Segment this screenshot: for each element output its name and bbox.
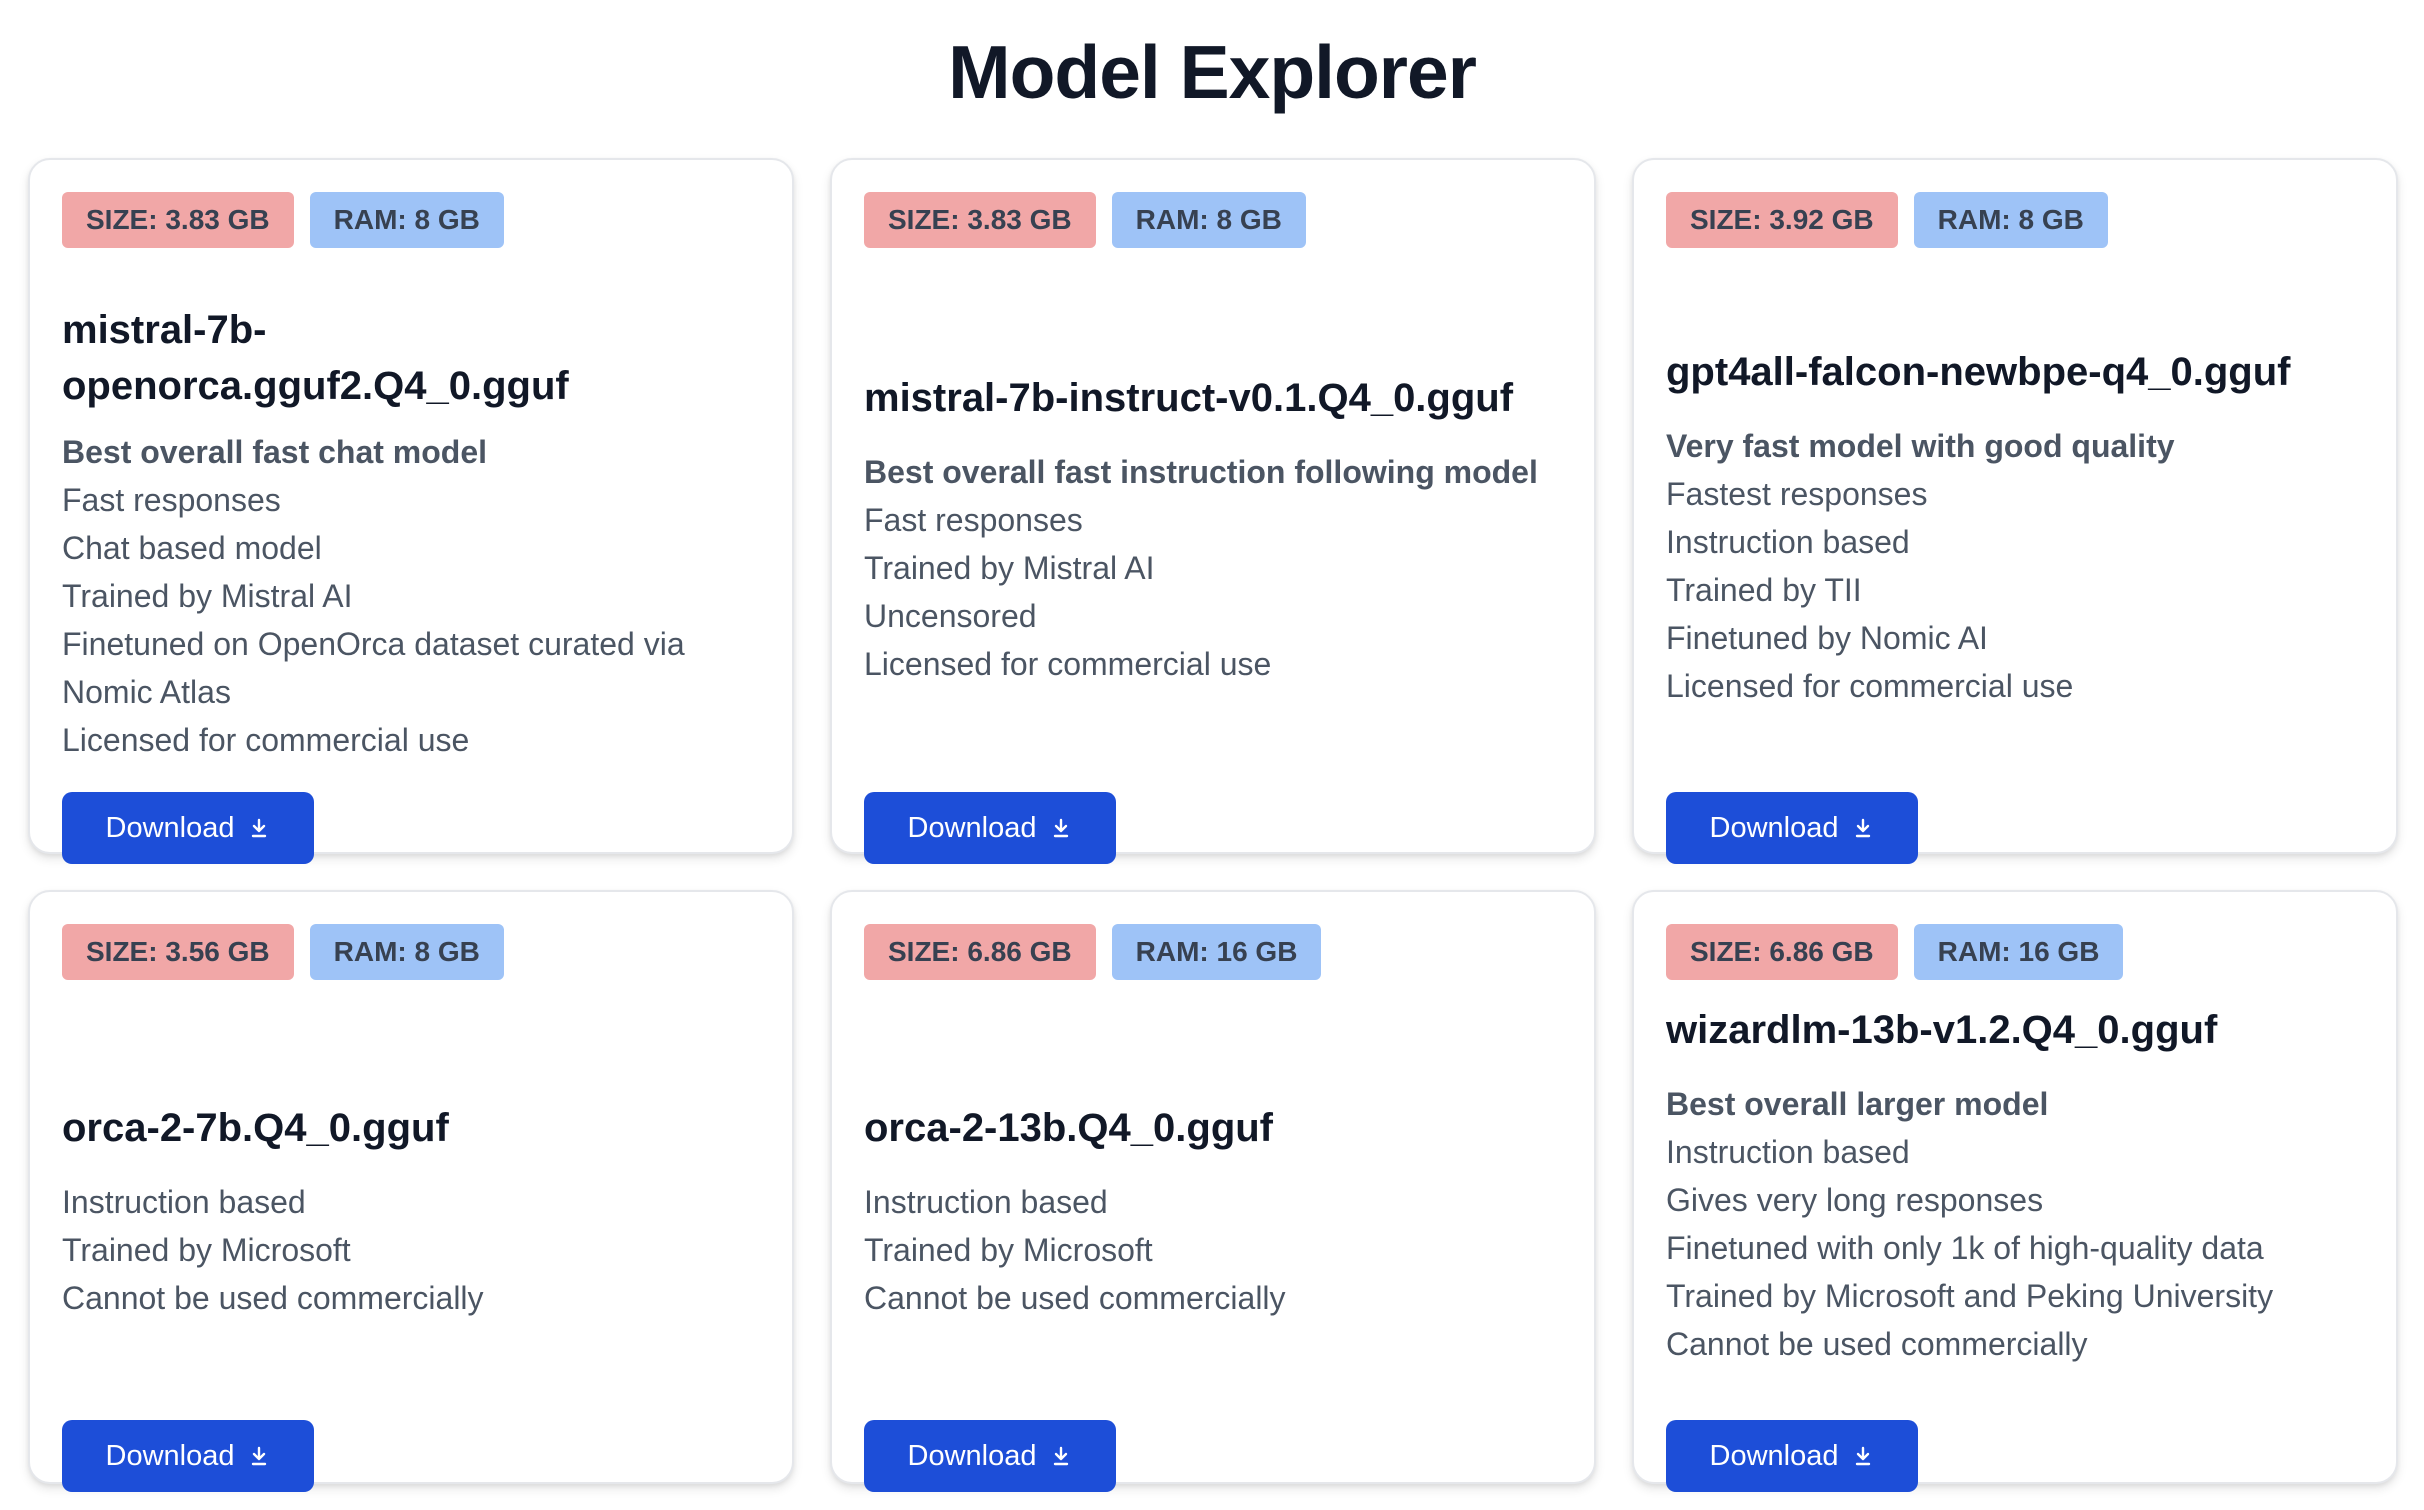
model-description: Very fast model with good quality Fastes… <box>1666 422 2364 710</box>
model-card: SIZE: 3.92 GB RAM: 8 GB gpt4all-falcon-n… <box>1632 158 2398 864</box>
download-button[interactable]: Download <box>1666 1420 1918 1492</box>
download-icon <box>252 818 267 838</box>
model-detail: Cannot be used commercially <box>1666 1326 2088 1362</box>
download-icon <box>1054 1446 1069 1466</box>
model-description: Instruction based Trained by Microsoft C… <box>864 1178 1562 1322</box>
model-detail: Licensed for commercial use <box>864 646 1272 682</box>
download-button[interactable]: Download <box>864 1420 1116 1492</box>
model-detail: Trained by TII <box>1666 572 1862 608</box>
model-summary: Best overall fast instruction following … <box>864 454 1538 490</box>
download-icon <box>1856 1446 1871 1466</box>
model-detail: Instruction based <box>62 1184 306 1220</box>
model-detail: Fast responses <box>864 502 1083 538</box>
size-badge: SIZE: 6.86 GB <box>1666 924 1898 980</box>
badge-row: SIZE: 3.56 GB RAM: 8 GB <box>62 924 760 980</box>
model-detail: Finetuned by Nomic AI <box>1666 620 1988 656</box>
model-summary: Best overall larger model <box>1666 1086 2049 1122</box>
model-detail: Finetuned on OpenOrca dataset curated vi… <box>62 626 685 710</box>
badge-row: SIZE: 6.86 GB RAM: 16 GB <box>1666 924 2364 980</box>
model-card: SIZE: 6.86 GB RAM: 16 GB wizardlm-13b-v1… <box>1632 890 2398 1492</box>
size-badge: SIZE: 6.86 GB <box>864 924 1096 980</box>
download-button[interactable]: Download <box>1666 792 1918 864</box>
badge-row: SIZE: 6.86 GB RAM: 16 GB <box>864 924 1562 980</box>
download-button[interactable]: Download <box>864 792 1116 864</box>
model-detail: Trained by Microsoft and Peking Universi… <box>1666 1278 2274 1314</box>
model-name: orca-2-7b.Q4_0.gguf <box>62 1106 449 1150</box>
model-detail: Trained by Mistral AI <box>864 550 1155 586</box>
size-badge: SIZE: 3.83 GB <box>62 192 294 248</box>
model-description: Best overall fast instruction following … <box>864 448 1562 688</box>
model-detail: Fastest responses <box>1666 476 1928 512</box>
model-detail: Instruction based <box>864 1184 1108 1220</box>
size-badge: SIZE: 3.92 GB <box>1666 192 1898 248</box>
download-button[interactable]: Download <box>62 1420 314 1492</box>
model-summary: Best overall fast chat model <box>62 434 488 470</box>
model-detail: Fast responses <box>62 482 281 518</box>
model-name: mistral-7b-instruct-v0.1.Q4_0.gguf <box>864 376 1514 420</box>
model-name: mistral-7b-openorca.gguf2.Q4_0.gguf <box>62 308 569 408</box>
download-label: Download <box>1709 1439 1839 1472</box>
ram-badge: RAM: 8 GB <box>1111 192 1306 248</box>
model-detail: Trained by Microsoft <box>62 1232 351 1268</box>
download-button[interactable]: Download <box>62 792 314 864</box>
badge-row: SIZE: 3.92 GB RAM: 8 GB <box>1666 192 2364 248</box>
download-label: Download <box>907 811 1037 844</box>
model-detail: Trained by Microsoft <box>864 1232 1153 1268</box>
model-card: SIZE: 3.83 GB RAM: 8 GB mistral-7b-openo… <box>28 158 794 864</box>
download-label: Download <box>105 811 235 844</box>
download-label: Download <box>105 1439 235 1472</box>
download-icon <box>1856 818 1871 838</box>
model-detail: Instruction based <box>1666 524 1910 560</box>
model-detail: Licensed for commercial use <box>1666 668 2074 704</box>
ram-badge: RAM: 8 GB <box>309 924 504 980</box>
page-title: Model Explorer <box>948 30 1477 114</box>
model-description: Best overall larger model Instruction ba… <box>1666 1080 2364 1368</box>
model-detail: Licensed for commercial use <box>62 722 470 758</box>
model-detail: Instruction based <box>1666 1134 1910 1170</box>
badge-row: SIZE: 3.83 GB RAM: 8 GB <box>864 192 1562 248</box>
model-detail: Finetuned with only 1k of high-quality d… <box>1666 1230 2264 1266</box>
model-name: wizardlm-13b-v1.2.Q4_0.gguf <box>1666 1008 2218 1052</box>
size-badge: SIZE: 3.56 GB <box>62 924 294 980</box>
badge-row: SIZE: 3.83 GB RAM: 8 GB <box>62 192 760 248</box>
model-detail: Uncensored <box>864 598 1037 634</box>
model-detail: Gives very long responses <box>1666 1182 2044 1218</box>
download-label: Download <box>1709 811 1839 844</box>
model-name: gpt4all-falcon-newbpe-q4_0.gguf <box>1666 350 2291 394</box>
model-card: SIZE: 6.86 GB RAM: 16 GB orca-2-13b.Q4_0… <box>830 890 1596 1492</box>
model-detail: Chat based model <box>62 530 322 566</box>
size-badge: SIZE: 3.83 GB <box>864 192 1096 248</box>
model-card: SIZE: 3.56 GB RAM: 8 GB orca-2-7b.Q4_0.g… <box>28 890 794 1492</box>
ram-badge: RAM: 8 GB <box>1913 192 2108 248</box>
model-detail: Cannot be used commercially <box>62 1280 484 1316</box>
model-detail: Cannot be used commercially <box>864 1280 1286 1316</box>
model-detail: Trained by Mistral AI <box>62 578 353 614</box>
ram-badge: RAM: 16 GB <box>1111 924 1322 980</box>
model-card: SIZE: 3.83 GB RAM: 8 GB mistral-7b-instr… <box>830 158 1596 864</box>
download-label: Download <box>907 1439 1037 1472</box>
model-summary: Very fast model with good quality <box>1666 428 2175 464</box>
ram-badge: RAM: 8 GB <box>309 192 504 248</box>
ram-badge: RAM: 16 GB <box>1913 924 2124 980</box>
model-description: Best overall fast chat model Fast respon… <box>62 428 760 764</box>
download-icon <box>252 1446 267 1466</box>
model-description: Instruction based Trained by Microsoft C… <box>62 1178 760 1322</box>
download-icon <box>1054 818 1069 838</box>
model-name: orca-2-13b.Q4_0.gguf <box>864 1106 1274 1150</box>
